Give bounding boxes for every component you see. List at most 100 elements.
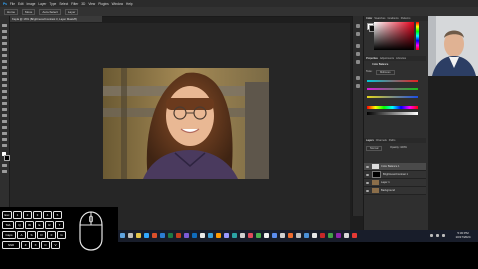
tab-gradients[interactable]: Gradients: [387, 17, 398, 20]
app-icon[interactable]: [312, 233, 317, 238]
tab-patterns[interactable]: Patterns: [401, 17, 411, 20]
tab-libraries[interactable]: Libraries: [396, 57, 406, 60]
app-icon[interactable]: [344, 233, 349, 238]
layer-row[interactable]: Layer 1: [364, 179, 426, 187]
teams-icon[interactable]: [184, 233, 189, 238]
home-button[interactable]: Home: [4, 8, 19, 15]
app-icon[interactable]: [288, 233, 293, 238]
app-icon[interactable]: [336, 233, 341, 238]
gradient-tool-icon[interactable]: [2, 96, 7, 99]
crop-tool-icon[interactable]: [2, 48, 7, 51]
hand-tool-icon[interactable]: [2, 138, 7, 141]
word-icon[interactable]: [160, 233, 165, 238]
brush-settings-icon[interactable]: [356, 44, 360, 48]
opacity-field[interactable]: Opacity: 100%: [390, 146, 407, 149]
menu-view[interactable]: View: [88, 2, 95, 6]
character-panel-icon[interactable]: [356, 52, 360, 56]
photoshop-taskbar-icon[interactable]: [144, 233, 149, 238]
app-icon[interactable]: [320, 233, 325, 238]
quick-select-tool-icon[interactable]: [2, 42, 7, 45]
dodge-tool-icon[interactable]: [2, 108, 7, 111]
move-tool-icon[interactable]: [2, 24, 7, 27]
app-icon[interactable]: [264, 233, 269, 238]
menu-help[interactable]: Help: [126, 2, 133, 6]
app-icon[interactable]: [280, 233, 285, 238]
battery-icon[interactable]: [442, 234, 445, 237]
pen-tool-icon[interactable]: [2, 114, 7, 117]
info-panel-icon[interactable]: [356, 76, 360, 80]
app-icon[interactable]: [304, 233, 309, 238]
volume-icon[interactable]: [436, 234, 439, 237]
excel-icon[interactable]: [168, 233, 173, 238]
blur-tool-icon[interactable]: [2, 102, 7, 105]
paragraph-panel-icon[interactable]: [356, 60, 360, 64]
illustrator-icon[interactable]: [216, 233, 221, 238]
chrome-icon[interactable]: [200, 233, 205, 238]
app-icon[interactable]: [232, 233, 237, 238]
blend-mode-dropdown[interactable]: Normal: [366, 146, 383, 151]
app-icon[interactable]: [240, 233, 245, 238]
menu-ps[interactable]: Ps: [3, 2, 7, 6]
zoom-tool-icon[interactable]: [2, 144, 7, 147]
shape-tool-icon[interactable]: [2, 132, 7, 135]
layer-row[interactable]: Brightness/Contrast 1: [364, 171, 426, 179]
system-clock[interactable]: 5:30 PM 10/17/2024: [452, 231, 474, 239]
tab-channels[interactable]: Channels: [376, 139, 387, 142]
menu-type[interactable]: Type: [49, 2, 56, 6]
layer-row[interactable]: Background: [364, 187, 426, 195]
menu-window[interactable]: Window: [112, 2, 123, 6]
wifi-icon[interactable]: [430, 234, 433, 237]
screen-mode-icon[interactable]: [2, 170, 7, 173]
app-icon[interactable]: [352, 233, 357, 238]
premiere-icon[interactable]: [224, 233, 229, 238]
menu-plugins[interactable]: Plugins: [98, 2, 108, 6]
hue-slider[interactable]: [416, 22, 419, 50]
visibility-eye-icon[interactable]: [366, 181, 369, 184]
lasso-tool-icon[interactable]: [2, 36, 7, 39]
path-select-tool-icon[interactable]: [2, 126, 7, 129]
file-explorer-icon[interactable]: [136, 233, 141, 238]
layer-row[interactable]: Color Balance 1: [364, 163, 426, 171]
menu-filter[interactable]: Filter: [71, 2, 78, 6]
layer-select-dropdown[interactable]: Layer: [64, 8, 79, 15]
navigator-panel-icon[interactable]: [356, 84, 360, 88]
actions-panel-icon[interactable]: [356, 32, 360, 36]
eraser-tool-icon[interactable]: [2, 90, 7, 93]
brush-tool-icon[interactable]: [2, 72, 7, 75]
frame-tool-icon[interactable]: [2, 54, 7, 57]
outlook-icon[interactable]: [192, 233, 197, 238]
tab-color[interactable]: Color: [366, 17, 372, 20]
yellow-blue-slider[interactable]: [367, 96, 418, 98]
tab-layers[interactable]: Layers: [366, 139, 374, 142]
office-icon[interactable]: [152, 233, 157, 238]
menu-select[interactable]: Select: [59, 2, 68, 6]
menu-layer[interactable]: Layer: [38, 2, 46, 6]
edge-icon[interactable]: [208, 233, 213, 238]
quick-mask-icon[interactable]: [2, 164, 7, 167]
document-tab[interactable]: Kayla @ 16% (Brightness/Contrast 3, Laye…: [10, 16, 102, 22]
app-icon[interactable]: [272, 233, 277, 238]
tab-swatches[interactable]: Swatches: [374, 17, 385, 20]
stamp-tool-icon[interactable]: [2, 78, 7, 81]
menu-image[interactable]: Image: [27, 2, 36, 6]
tab-properties[interactable]: Properties: [366, 57, 378, 60]
app-icon[interactable]: [256, 233, 261, 238]
visibility-eye-icon[interactable]: [366, 165, 369, 168]
menu-3d[interactable]: 3D: [81, 2, 85, 6]
app-icon[interactable]: [248, 233, 253, 238]
history-brush-tool-icon[interactable]: [2, 84, 7, 87]
eyedropper-tool-icon[interactable]: [2, 60, 7, 63]
visibility-eye-icon[interactable]: [366, 173, 369, 176]
type-tool-icon[interactable]: [2, 120, 7, 123]
healing-tool-icon[interactable]: [2, 66, 7, 69]
start-icon[interactable]: [120, 233, 125, 238]
powerpoint-icon[interactable]: [176, 233, 181, 238]
magenta-green-slider[interactable]: [367, 88, 418, 90]
app-icon[interactable]: [296, 233, 301, 238]
auto-select-checkbox[interactable]: Auto-Select: [39, 8, 61, 15]
color-field[interactable]: [374, 22, 414, 50]
menu-edit[interactable]: Edit: [18, 2, 24, 6]
tab-paths[interactable]: Paths: [389, 139, 396, 142]
search-icon[interactable]: [128, 233, 133, 238]
history-panel-icon[interactable]: [356, 24, 360, 28]
